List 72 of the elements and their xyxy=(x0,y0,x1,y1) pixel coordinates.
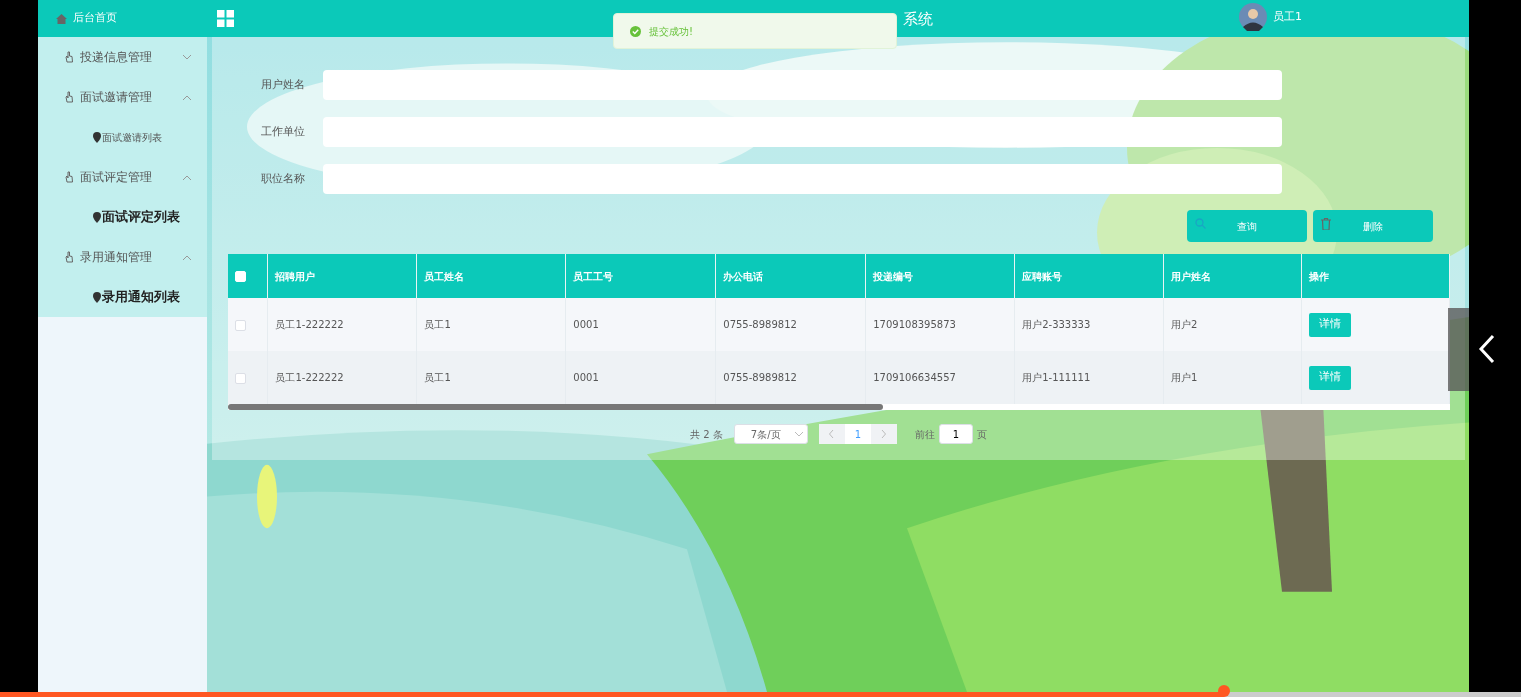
scrollbar-thumb[interactable] xyxy=(228,404,883,410)
avatar[interactable] xyxy=(1239,3,1267,31)
page-input[interactable]: 1 xyxy=(938,424,973,444)
table-cell: 员工1-222222 xyxy=(268,298,417,351)
sidebar-group[interactable]: 录用通知管理 xyxy=(38,237,207,277)
sidebar-group[interactable]: 面试评定管理 xyxy=(38,157,207,197)
sidebar-item[interactable]: 面试邀请列表 xyxy=(38,117,207,157)
input-field[interactable] xyxy=(323,164,1282,194)
home-icon xyxy=(56,13,67,24)
progress-bar[interactable] xyxy=(0,692,1521,697)
group-label: 面试评定管理 xyxy=(80,169,153,186)
page-size-select[interactable]: 7条/页 xyxy=(733,424,808,444)
hand-icon xyxy=(64,171,74,183)
hand-icon xyxy=(64,51,74,63)
check-circle-icon xyxy=(630,25,641,37)
column-header: 员工姓名 xyxy=(416,254,566,298)
sidebar-item[interactable]: 面试评定列表 xyxy=(38,197,207,237)
goto-label: 前往 xyxy=(914,427,935,442)
column-header: 投递编号 xyxy=(865,254,1015,298)
chevron-left-icon xyxy=(829,430,835,438)
trash-icon xyxy=(1321,218,1331,230)
pin-icon xyxy=(93,291,101,303)
table-cell: 员工1-222222 xyxy=(268,351,417,404)
hand-icon xyxy=(64,251,74,263)
column-header: 应聘账号 xyxy=(1014,254,1164,298)
input-field[interactable] xyxy=(323,117,1282,147)
home-label: 后台首页 xyxy=(73,10,117,27)
group-label: 面试邀请管理 xyxy=(80,89,153,106)
hand-icon xyxy=(64,91,74,103)
sidebar-item[interactable]: 录用通知列表 xyxy=(38,277,207,317)
table-cell: 用户1-111111 xyxy=(1014,351,1164,404)
prev-page-button[interactable] xyxy=(818,424,845,444)
column-header: 招聘用户 xyxy=(268,254,417,298)
table-cell: 0001 xyxy=(565,298,716,351)
grid-icon[interactable] xyxy=(217,10,234,27)
table-cell: 用户2 xyxy=(1163,298,1302,351)
table-cell: 0755-8989812 xyxy=(715,298,866,351)
chevron-down-icon xyxy=(794,431,803,437)
row-checkbox[interactable] xyxy=(235,372,246,384)
page-suffix: 页 xyxy=(976,427,987,442)
side-tab[interactable] xyxy=(1448,308,1469,391)
pin-icon xyxy=(93,211,101,223)
table-cell: 用户2-333333 xyxy=(1014,298,1164,351)
input-field[interactable] xyxy=(323,70,1282,100)
column-header: 操作 xyxy=(1301,254,1450,298)
field-label: 用户姓名 xyxy=(260,76,306,93)
table-cell: 0001 xyxy=(565,351,716,404)
select-all-checkbox[interactable] xyxy=(235,271,246,282)
pin-icon xyxy=(93,131,101,143)
table-cell: 用户1 xyxy=(1163,351,1302,404)
chevron-right-icon xyxy=(881,430,887,438)
table-cell: 员工1 xyxy=(416,351,566,404)
column-header: 办公电话 xyxy=(715,254,866,298)
app-title: 系统 xyxy=(903,9,933,30)
column-header: 员工工号 xyxy=(565,254,716,298)
group-label: 投递信息管理 xyxy=(80,49,153,66)
table-cell: 员工1 xyxy=(416,298,566,351)
next-page-button[interactable] xyxy=(870,424,897,444)
search-icon xyxy=(1195,218,1206,229)
field-label: 职位名称 xyxy=(260,170,306,187)
toast-message: 提交成功! xyxy=(649,24,693,39)
table-cell: 0755-8989812 xyxy=(715,351,866,404)
chevron-left-icon[interactable] xyxy=(1478,334,1496,364)
table-cell: 1709106634557 xyxy=(865,351,1015,404)
group-label: 录用通知管理 xyxy=(80,249,153,266)
column-header: 用户姓名 xyxy=(1163,254,1302,298)
field-label: 工作单位 xyxy=(260,123,306,140)
total-count: 共 2 条 xyxy=(690,427,723,442)
sidebar-group[interactable]: 投递信息管理 xyxy=(38,37,207,77)
row-checkbox[interactable] xyxy=(235,319,246,331)
table-cell: 1709108395873 xyxy=(865,298,1015,351)
sidebar-group[interactable]: 面试邀请管理 xyxy=(38,77,207,117)
